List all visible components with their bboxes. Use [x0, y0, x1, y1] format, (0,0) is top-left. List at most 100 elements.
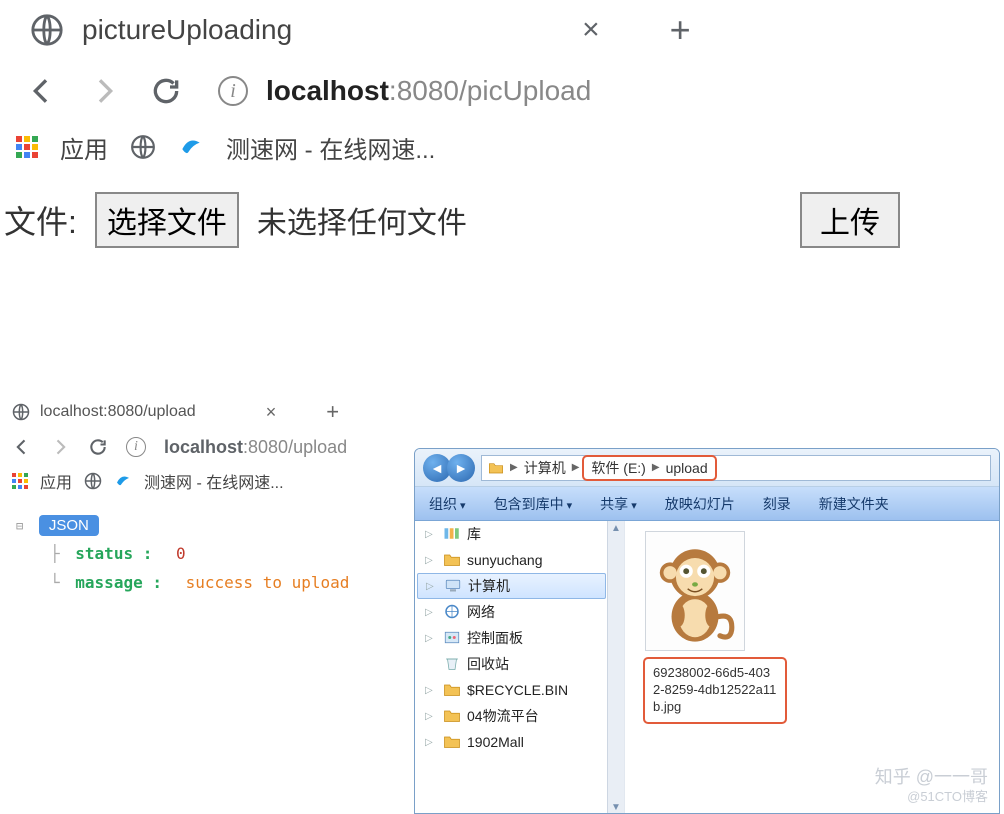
bookmark-speedtest[interactable]: 测速网 - 在线网速...: [144, 469, 284, 493]
nav-buttons: ◄ ►: [423, 454, 475, 482]
file-name[interactable]: 69238002-66d5-4032-8259-4db12522a11b.jpg: [645, 659, 785, 722]
file-thumbnail[interactable]: [645, 531, 745, 651]
tree-line-icon: ├: [50, 544, 60, 563]
crumb-folder[interactable]: upload: [666, 460, 708, 476]
file-pane[interactable]: 69238002-66d5-4032-8259-4db12522a11b.jpg: [625, 521, 999, 814]
address-bar[interactable]: i localhost:8080/picUpload: [218, 75, 591, 107]
forward-icon[interactable]: ►: [447, 454, 475, 482]
site-info-icon[interactable]: i: [126, 437, 146, 457]
tab-bar: pictureUploading × +: [0, 0, 1004, 60]
network-icon: [443, 604, 461, 620]
new-tab-icon[interactable]: +: [670, 9, 691, 51]
url-text[interactable]: localhost:8080/upload: [164, 437, 347, 458]
expand-icon[interactable]: ▷: [425, 607, 437, 618]
new-tab-icon[interactable]: +: [326, 399, 339, 425]
nav-bar: i localhost:8080/upload: [12, 429, 412, 465]
upload-button[interactable]: 上传: [800, 192, 900, 248]
bookmarks-bar: 应用 测速网 - 在线网速...: [0, 122, 1004, 172]
reload-icon[interactable]: [88, 437, 108, 457]
expand-icon[interactable]: ▷: [425, 737, 437, 748]
url-path: /upload: [288, 437, 347, 457]
globe-icon: [30, 13, 64, 47]
scrollbar[interactable]: [607, 521, 624, 814]
json-row-status: ├ status : 0: [50, 544, 408, 563]
globe-icon[interactable]: [84, 472, 102, 490]
chevron-right-icon[interactable]: ▶: [652, 462, 660, 473]
expand-icon[interactable]: ▷: [425, 555, 437, 566]
tree-item-mall[interactable]: ▷ 1902Mall: [415, 729, 624, 755]
tree-item-network[interactable]: ▷ 网络: [415, 599, 624, 625]
close-icon[interactable]: ×: [582, 13, 600, 47]
forward-icon[interactable]: [50, 437, 70, 457]
tab-title[interactable]: localhost:8080/upload: [40, 403, 196, 421]
choose-file-button[interactable]: 选择文件: [95, 192, 239, 248]
menu-new-folder[interactable]: 新建文件夹: [819, 494, 889, 514]
menu-burn[interactable]: 刻录: [763, 494, 791, 514]
url-path: /picUpload: [459, 75, 591, 106]
tree-item-user[interactable]: ▷ sunyuchang: [415, 547, 624, 573]
tree-item-computer[interactable]: ▷计算机: [417, 573, 606, 599]
apps-icon[interactable]: [12, 473, 28, 489]
folder-icon: [443, 552, 461, 568]
file-explorer-window: ◄ ► ▶ 计算机 ▶ 软件 (E:) ▶ upload 组织 包含到库中 共享…: [414, 448, 1000, 814]
expand-icon[interactable]: ▷: [425, 711, 437, 722]
tree-item-logistics[interactable]: ▷ 04物流平台: [415, 703, 624, 729]
json-key-message: massage :: [75, 573, 162, 592]
crumb-computer[interactable]: 计算机: [524, 458, 566, 478]
breadcrumb-highlight: 软件 (E:) ▶ upload: [585, 458, 713, 478]
close-icon[interactable]: ×: [266, 402, 277, 423]
menu-share[interactable]: 共享: [600, 494, 637, 514]
speedtest-icon[interactable]: [178, 134, 204, 160]
tab-bar: localhost:8080/upload × +: [12, 395, 412, 429]
speedtest-icon[interactable]: [114, 472, 132, 490]
back-icon[interactable]: [12, 437, 32, 457]
explorer-body: ▷库 ▷sunyuchang ▷计算机 ▷网络 ▷控制面板 回收站 ▷$RECY…: [415, 521, 999, 814]
collapse-icon[interactable]: ⊟: [16, 519, 23, 533]
json-badge: JSON: [39, 515, 99, 536]
chevron-right-icon[interactable]: ▶: [572, 462, 580, 473]
menu-organize[interactable]: 组织: [429, 494, 466, 514]
tree-label: 网络: [467, 602, 495, 622]
tree-item-recycle-folder[interactable]: ▷$RECYCLE.BIN: [415, 677, 624, 703]
url-host: localhost: [164, 437, 243, 457]
tree-item-library[interactable]: ▷库: [415, 521, 624, 547]
folder-icon: [443, 708, 461, 724]
expand-icon[interactable]: ▷: [426, 581, 438, 592]
expand-icon[interactable]: ▷: [425, 529, 437, 540]
globe-icon: [12, 403, 30, 421]
reload-icon[interactable]: [150, 75, 182, 107]
json-root[interactable]: ⊟ JSON: [16, 515, 408, 534]
folder-tree[interactable]: ▷库 ▷sunyuchang ▷计算机 ▷网络 ▷控制面板 回收站 ▷$RECY…: [415, 521, 625, 814]
tree-item-control-panel[interactable]: ▷控制面板: [415, 625, 624, 651]
apps-icon[interactable]: [16, 136, 38, 158]
bookmark-speedtest[interactable]: 测速网 - 在线网速...: [226, 130, 435, 165]
explorer-toolbar: 组织 包含到库中 共享 放映幻灯片 刻录 新建文件夹: [415, 487, 999, 521]
tree-label: 1902Mall: [467, 734, 524, 750]
tree-item-recycle-bin[interactable]: 回收站: [415, 651, 624, 677]
crumb-drive[interactable]: 软件 (E:): [591, 458, 645, 478]
globe-icon[interactable]: [130, 134, 156, 160]
menu-slideshow[interactable]: 放映幻灯片: [665, 494, 735, 514]
expand-icon[interactable]: ▷: [425, 633, 437, 644]
tree-label: 回收站: [467, 654, 509, 674]
tree-line-icon: └: [50, 573, 60, 592]
folder-icon: [443, 682, 461, 698]
file-label: 文件:: [4, 197, 77, 243]
tab-title[interactable]: pictureUploading: [82, 14, 292, 46]
bookmark-apps[interactable]: 应用: [40, 469, 72, 493]
json-val-message: success to upload: [186, 573, 350, 592]
json-key-status: status :: [75, 544, 152, 563]
expand-icon[interactable]: ▷: [425, 685, 437, 696]
tree-label: sunyuchang: [467, 552, 543, 568]
chevron-right-icon[interactable]: ▶: [510, 462, 518, 473]
explorer-address-bar: ◄ ► ▶ 计算机 ▶ 软件 (E:) ▶ upload: [415, 449, 999, 487]
bookmarks-bar: 应用 测速网 - 在线网速...: [12, 465, 412, 497]
tree-label: 库: [467, 524, 481, 544]
breadcrumb[interactable]: ▶ 计算机 ▶ 软件 (E:) ▶ upload: [481, 455, 991, 481]
back-icon[interactable]: [26, 75, 58, 107]
tree-label: 04物流平台: [467, 706, 539, 726]
menu-add-to-library[interactable]: 包含到库中: [494, 494, 573, 514]
forward-icon[interactable]: [88, 75, 120, 107]
bookmark-apps[interactable]: 应用: [60, 130, 108, 165]
site-info-icon[interactable]: i: [218, 76, 248, 106]
